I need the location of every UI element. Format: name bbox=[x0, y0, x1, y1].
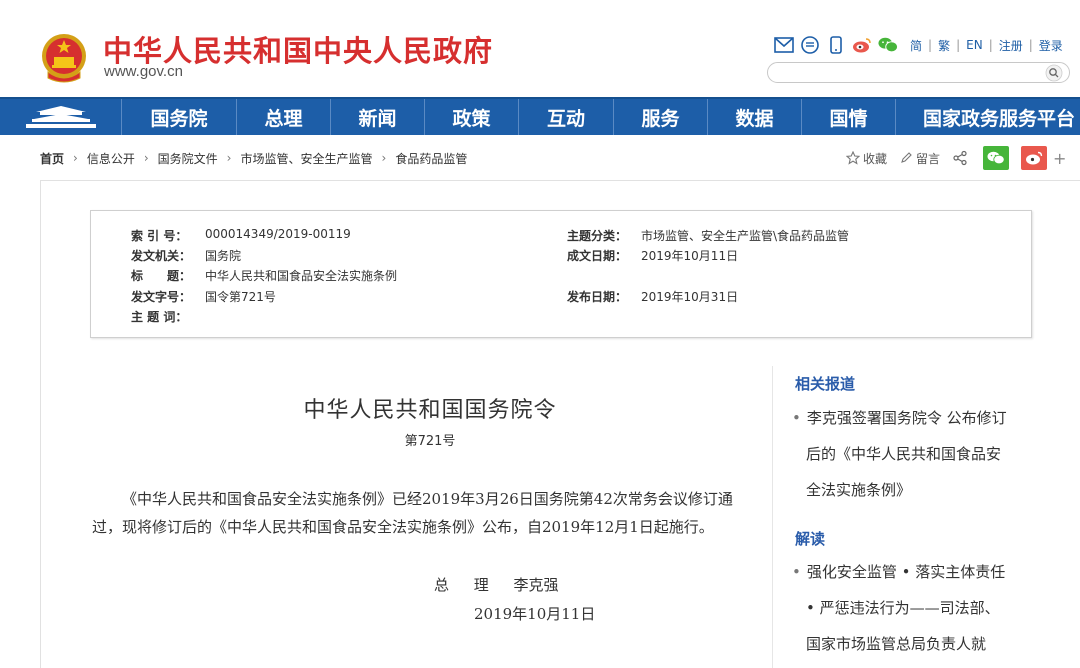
meta-keywords-label: 主 题 词： bbox=[131, 310, 188, 324]
meta-published-value: 2019年10月31日 bbox=[641, 290, 739, 304]
interpretation-line-2[interactable]: • 严惩违法行为——司法部、 bbox=[806, 599, 1000, 617]
interpretation-heading: 解读 bbox=[795, 530, 826, 548]
nav-data[interactable]: 数据 bbox=[708, 99, 802, 135]
meta-title-value: 中华人民共和国食品安全法实施条例 bbox=[205, 269, 398, 283]
header-tools: 简 | 繁 | EN | 注册 | 登录 bbox=[774, 34, 1063, 56]
related-reports-heading: 相关报道 bbox=[795, 375, 856, 393]
nav-interaction[interactable]: 互动 bbox=[519, 99, 614, 135]
meta-index-value: 000014349/2019-00119 bbox=[205, 227, 351, 241]
breadcrumb-info-disclosure[interactable]: 信息公开 bbox=[87, 150, 135, 167]
meta-docno-value: 国令第721号 bbox=[205, 290, 276, 304]
wechat-icon bbox=[987, 151, 1005, 165]
mobile-icon[interactable] bbox=[826, 35, 846, 55]
search-icon[interactable] bbox=[1045, 64, 1063, 82]
interpretation-line-3[interactable]: 国家市场监管总局负责人就 bbox=[806, 635, 986, 653]
national-emblem-icon[interactable] bbox=[40, 32, 88, 84]
share-button[interactable] bbox=[952, 150, 971, 166]
interpretation-item[interactable]: • 强化安全监管 • 落实主体责任 • 严惩违法行为——司法部、 国家市场监管总局… bbox=[792, 554, 1042, 662]
wechat-icon[interactable] bbox=[878, 35, 898, 55]
weibo-share-button[interactable] bbox=[1021, 146, 1048, 170]
article-body: 《中华人民共和国食品安全法实施条例》已经2019年3月26日国务院第42次常务会… bbox=[92, 490, 733, 536]
meta-topic-value: 市场监管、安全生产监管\食品药品监管 bbox=[641, 229, 850, 243]
nav-policy[interactable]: 政策 bbox=[425, 99, 519, 135]
meta-issuer-value: 国务院 bbox=[205, 249, 242, 263]
article-number: 第721号 bbox=[404, 434, 456, 449]
bullet-icon: • bbox=[792, 563, 801, 581]
nav-state-council[interactable]: 国务院 bbox=[122, 99, 237, 135]
related-report-line-1[interactable]: 李克强签署国务院令 公布修订 bbox=[807, 409, 1007, 427]
meta-created-value: 2019年10月11日 bbox=[641, 249, 739, 263]
meta-keywords: 主 题 词： bbox=[131, 308, 205, 325]
meta-title: 标 题： 中华人民共和国食品安全法实施条例 bbox=[131, 267, 397, 284]
share-icon bbox=[953, 150, 967, 166]
pencil-icon bbox=[901, 152, 912, 163]
tiananmen-icon[interactable] bbox=[0, 99, 122, 135]
simplified-link[interactable]: 简 bbox=[910, 37, 922, 54]
article-signature: 总 理 李克强 bbox=[434, 576, 559, 594]
chevron-right-icon: › bbox=[381, 151, 387, 165]
mail-icon[interactable] bbox=[774, 35, 794, 55]
breadcrumb-market-regulation[interactable]: 市场监管、安全生产监管 bbox=[240, 150, 372, 167]
meta-topic-label: 主题分类： bbox=[567, 229, 628, 243]
nav-national-info[interactable]: 国情 bbox=[802, 99, 896, 135]
sidebar-divider bbox=[772, 366, 773, 668]
related-reports-list: • 李克强签署国务院令 公布修订 后的《中华人民共和国食品安 全法实施条例》 bbox=[792, 400, 1042, 508]
message-icon[interactable] bbox=[800, 35, 820, 55]
meta-docno: 发文字号： 国令第721号 bbox=[131, 288, 276, 305]
search-box bbox=[767, 62, 1070, 84]
breadcrumb-food-drug[interactable]: 食品药品监管 bbox=[395, 150, 467, 167]
meta-issuer: 发文机关： 国务院 bbox=[131, 247, 241, 264]
share-tools: 收藏 留言 + bbox=[846, 146, 1066, 170]
chevron-right-icon: › bbox=[143, 151, 149, 165]
article-date: 2019年10月11日 bbox=[474, 605, 596, 623]
chevron-right-icon: › bbox=[226, 151, 232, 165]
meta-topic: 主题分类： 市场监管、安全生产监管\食品药品监管 bbox=[567, 227, 849, 244]
search-input[interactable] bbox=[778, 64, 1048, 84]
site-url[interactable]: www.gov.cn bbox=[104, 63, 183, 80]
meta-docno-label: 发文字号： bbox=[131, 290, 192, 304]
weibo-icon bbox=[1026, 151, 1043, 165]
related-report-line-3[interactable]: 全法实施条例》 bbox=[806, 481, 911, 499]
nav-services[interactable]: 服务 bbox=[614, 99, 708, 135]
star-icon bbox=[846, 151, 860, 165]
meta-created-label: 成文日期： bbox=[567, 249, 628, 263]
interpretation-line-1[interactable]: 强化安全监管 • 落实主体责任 bbox=[807, 563, 1005, 581]
comment-label: 留言 bbox=[916, 151, 941, 166]
favorite-button[interactable]: 收藏 bbox=[846, 150, 887, 167]
meta-index: 索 引 号： 000014349/2019-00119 bbox=[131, 227, 351, 244]
chevron-right-icon: › bbox=[73, 151, 78, 165]
register-link[interactable]: 注册 bbox=[999, 37, 1023, 54]
site-header: 中华人民共和国中央人民政府 www.gov.cn 简 | 繁 | EN | 注册… bbox=[0, 0, 1080, 97]
meta-title-label: 标 题： bbox=[131, 269, 192, 283]
breadcrumb-state-council-docs[interactable]: 国务院文件 bbox=[158, 150, 218, 167]
nav-news[interactable]: 新闻 bbox=[331, 99, 425, 135]
comment-button[interactable]: 留言 bbox=[899, 150, 940, 167]
more-share-icon[interactable]: + bbox=[1053, 149, 1066, 168]
meta-created: 成文日期： 2019年10月11日 bbox=[567, 247, 738, 264]
document-metadata: 索 引 号： 000014349/2019-00119 发文机关： 国务院 标 … bbox=[90, 210, 1032, 338]
meta-issuer-label: 发文机关： bbox=[131, 249, 192, 263]
favorite-label: 收藏 bbox=[863, 151, 888, 166]
nav-gov-service-platform[interactable]: 国家政务服务平台 bbox=[896, 99, 1080, 135]
breadcrumb-home[interactable]: 首页 bbox=[40, 150, 64, 167]
nav-premier[interactable]: 总理 bbox=[237, 99, 331, 135]
related-report-line-2[interactable]: 后的《中华人民共和国食品安 bbox=[806, 445, 1001, 463]
meta-published-label: 发布日期： bbox=[567, 290, 628, 304]
language-links: 简 | 繁 | EN | 注册 | 登录 bbox=[910, 37, 1063, 54]
wechat-share-button[interactable] bbox=[983, 146, 1010, 170]
interpretation-list: • 强化安全监管 • 落实主体责任 • 严惩违法行为——司法部、 国家市场监管总局… bbox=[792, 554, 1042, 662]
article-title: 中华人民共和国国务院令 bbox=[303, 398, 557, 423]
login-link[interactable]: 登录 bbox=[1039, 37, 1063, 54]
main-nav: 国务院 总理 新闻 政策 互动 服务 数据 国情 国家政务服务平台 bbox=[0, 97, 1080, 135]
traditional-link[interactable]: 繁 bbox=[938, 37, 950, 54]
bullet-icon: • bbox=[792, 409, 801, 427]
weibo-icon[interactable] bbox=[852, 35, 872, 55]
english-link[interactable]: EN bbox=[966, 38, 983, 52]
meta-index-label: 索 引 号： bbox=[131, 229, 188, 243]
meta-published: 发布日期： 2019年10月31日 bbox=[567, 288, 738, 305]
related-report-item[interactable]: • 李克强签署国务院令 公布修订 后的《中华人民共和国食品安 全法实施条例》 bbox=[792, 400, 1042, 508]
